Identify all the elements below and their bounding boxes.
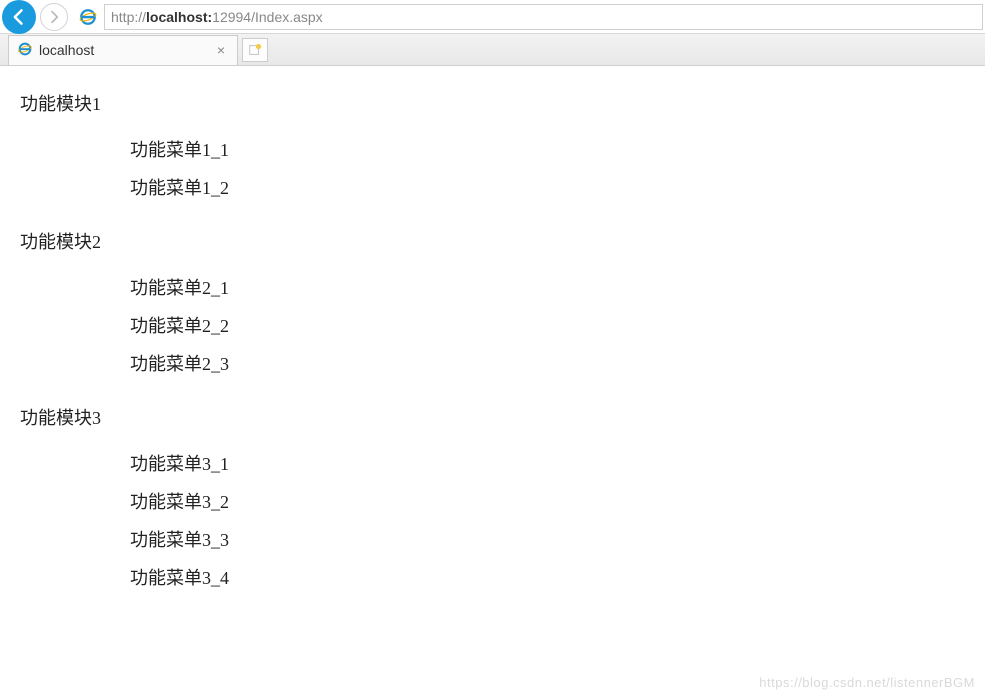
menu-item[interactable]: 功能菜单3_4 [130, 564, 965, 590]
tab-title: localhost [39, 42, 94, 58]
module: 功能模块2 功能菜单2_1 功能菜单2_2 功能菜单2_3 [20, 228, 965, 376]
menu-item[interactable]: 功能菜单2_3 [130, 350, 965, 376]
menu-list: 功能菜单2_1 功能菜单2_2 功能菜单2_3 [130, 274, 965, 376]
new-tab-icon [248, 43, 262, 57]
menu-list: 功能菜单1_1 功能菜单1_2 [130, 136, 965, 200]
menu-list: 功能菜单3_1 功能菜单3_2 功能菜单3_3 功能菜单3_4 [130, 450, 965, 590]
menu-item[interactable]: 功能菜单2_2 [130, 312, 965, 338]
menu-item[interactable]: 功能菜单3_3 [130, 526, 965, 552]
module-title: 功能模块3 [20, 404, 965, 430]
page-content: 功能模块1功能菜单1_1功能菜单1_2功能模块2功能菜单2_1功能菜单2_2功能… [0, 66, 985, 642]
close-tab-button[interactable]: × [213, 42, 229, 58]
menu-item[interactable]: 功能菜单1_1 [130, 136, 965, 162]
arrow-right-icon [46, 9, 62, 25]
module: 功能模块1 功能菜单1_1 功能菜单1_2 [20, 90, 965, 200]
forward-button[interactable] [40, 3, 68, 31]
url-host: localhost: [146, 9, 212, 25]
ie-icon [78, 7, 98, 27]
ie-icon [17, 41, 33, 60]
browser-nav-bar: http://localhost:12994/Index.aspx [0, 0, 985, 34]
back-button[interactable] [2, 0, 36, 34]
menu-item[interactable]: 功能菜单2_1 [130, 274, 965, 300]
tab-strip: localhost × [0, 34, 985, 66]
url-path: 12994/Index.aspx [212, 9, 323, 25]
module: 功能模块3 功能菜单3_1 功能菜单3_2 功能菜单3_3 功能菜单3_4 [20, 404, 965, 590]
url-prefix: http:// [111, 9, 146, 25]
browser-tab[interactable]: localhost × [8, 35, 238, 65]
arrow-left-icon [9, 7, 29, 27]
menu-item[interactable]: 功能菜单3_2 [130, 488, 965, 514]
new-tab-button[interactable] [242, 38, 268, 62]
address-bar[interactable]: http://localhost:12994/Index.aspx [104, 4, 983, 30]
module-title: 功能模块1 [20, 90, 965, 116]
watermark: https://blog.csdn.net/listennerBGM [759, 675, 975, 690]
menu-item[interactable]: 功能菜单3_1 [130, 450, 965, 476]
module-title: 功能模块2 [20, 228, 965, 254]
menu-item[interactable]: 功能菜单1_2 [130, 174, 965, 200]
